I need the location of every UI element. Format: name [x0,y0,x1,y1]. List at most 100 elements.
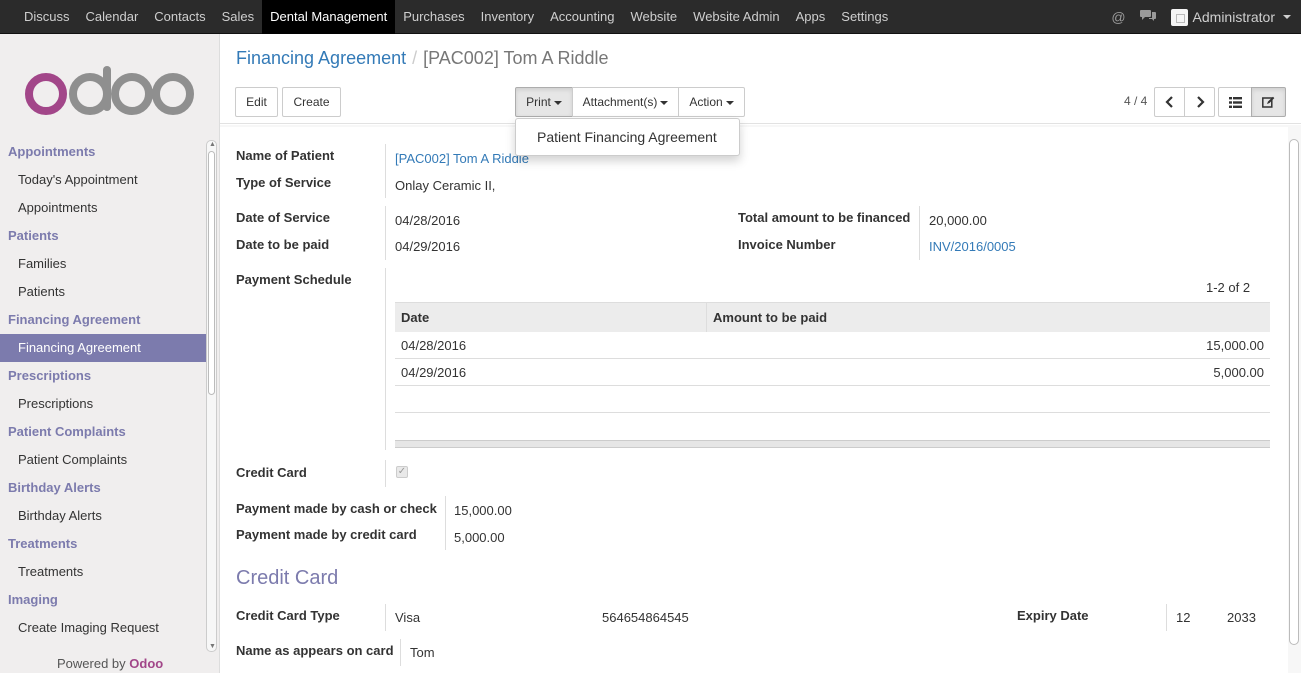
sidebar-section-imaging: Imaging [8,592,58,607]
menu-accounting[interactable]: Accounting [542,0,622,34]
invoice-number-label: Invoice Number [738,237,836,252]
form-view: Name of Patient [PAC002] Tom A Riddle Ty… [220,125,1301,673]
sidebar-section-prescriptions: Prescriptions [8,368,92,383]
pager-next-button[interactable] [1184,87,1215,117]
table-header: Date Amount to be paid [395,302,1270,332]
field-divider [445,496,446,550]
scroll-down-icon[interactable]: ▼ [209,643,216,651]
type-of-service-label: Type of Service [236,175,332,190]
sidebar-menu: Appointments Today's Appointment Appoint… [0,138,206,642]
column-header-amount[interactable]: Amount to be paid [707,303,1270,332]
menu-calendar[interactable]: Calendar [78,0,147,34]
sidebar-item-birthday-alerts[interactable]: Birthday Alerts [0,502,206,530]
list-view-button[interactable] [1218,87,1252,117]
user-menu[interactable]: Administrator [1170,8,1291,26]
credit-card-section-title: Credit Card [236,567,339,589]
breadcrumb-separator: / [412,48,418,68]
credit-card-type-field[interactable]: Visa [395,610,420,625]
name-on-card-field[interactable]: Tom [410,645,435,660]
credit-card-checkbox[interactable]: ✓ [396,466,408,478]
menu-purchases[interactable]: Purchases [395,0,472,34]
expiry-month-field[interactable]: 12 [1176,610,1190,625]
cell-amount: 5,000.00 [1213,365,1264,380]
invoice-number-field[interactable]: INV/2016/0005 [929,239,1016,254]
at-mention-icon[interactable]: @ [1111,0,1125,34]
action-dropdown-button[interactable]: Action [678,87,745,117]
payment-schedule-label: Payment Schedule [236,272,352,287]
payment-schedule-table: Date Amount to be paid 04/28/2016 15,000… [395,302,1270,448]
sidebar-scroll-thumb[interactable] [208,151,215,395]
breadcrumb-parent[interactable]: Financing Agreement [236,48,406,68]
odoo-logo[interactable] [24,64,194,116]
table-footer [395,440,1270,448]
credit-paid-field[interactable]: 5,000.00 [454,530,505,545]
cash-check-field[interactable]: 15,000.00 [454,503,512,518]
print-caret-icon [553,100,562,105]
sidebar-item-patients[interactable]: Patients [0,278,206,306]
cell-date: 04/29/2016 [401,365,467,380]
pager-previous-button[interactable] [1154,87,1185,117]
schedule-pager[interactable]: 1-2 of 2 [1206,280,1250,295]
form-scrollbar[interactable] [1288,125,1301,673]
name-of-patient-field[interactable]: [PAC002] Tom A Riddle [395,151,529,166]
date-to-be-paid-label: Date to be paid [236,237,330,252]
field-divider [385,206,386,260]
column-header-date[interactable]: Date [395,303,707,332]
cell-amount: 15,000.00 [1206,338,1264,353]
menu-contacts[interactable]: Contacts [146,0,213,34]
sidebar-item-financing-agreement[interactable]: Financing Agreement [0,334,206,362]
sidebar-item-patient-complaints[interactable]: Patient Complaints [0,446,206,474]
credit-card-type-label: Credit Card Type [236,608,340,623]
sidebar-section-appointments: Appointments [8,144,96,159]
sidebar-item-appointments[interactable]: Appointments [0,194,206,222]
chevron-left-icon [1164,96,1173,108]
sidebar-item-treatments[interactable]: Treatments [0,558,206,586]
menu-dental-management[interactable]: Dental Management [262,0,396,34]
menu-website[interactable]: Website [622,0,685,34]
expiry-year-field[interactable]: 2033 [1227,610,1256,625]
sidebar-item-prescriptions[interactable]: Prescriptions [0,390,206,418]
credit-card-number-field[interactable]: 564654864545 [602,610,689,625]
menu-sales[interactable]: Sales [214,0,263,34]
table-row[interactable]: 04/29/2016 5,000.00 [395,359,1270,386]
form-view-button[interactable] [1251,87,1286,117]
expiry-date-label: Expiry Date [1017,608,1089,623]
cell-date: 04/28/2016 [401,338,467,353]
total-financed-label: Total amount to be financed [738,210,911,225]
menu-apps[interactable]: Apps [788,0,834,34]
table-row[interactable]: 04/28/2016 15,000.00 [395,332,1270,359]
breadcrumb: Financing Agreement / [PAC002] Tom A Riddl… [236,48,609,69]
attachments-label: Attachment(s) [582,95,658,109]
total-financed-field[interactable]: 20,000.00 [929,213,987,228]
pager-value[interactable]: 4 / 4 [1124,94,1147,108]
form-scroll-thumb[interactable] [1289,139,1299,645]
attachments-dropdown-button[interactable]: Attachment(s) [572,87,679,117]
create-button[interactable]: Create [282,87,341,117]
field-divider [385,604,386,631]
field-divider [1166,604,1167,631]
user-name: Administrator [1192,9,1275,25]
scroll-up-icon[interactable]: ▲ [209,141,216,149]
date-to-be-paid-field[interactable]: 04/29/2016 [395,239,460,254]
sidebar-item-families[interactable]: Families [0,250,206,278]
menu-website-admin[interactable]: Website Admin [685,0,787,34]
sidebar-section-patient-complaints: Patient Complaints [8,424,126,439]
sidebar-section-treatments: Treatments [8,536,78,551]
print-menu-item-patient-financing-agreement[interactable]: Patient Financing Agreement [516,119,739,155]
type-of-service-field[interactable]: Onlay Ceramic II, [395,178,495,193]
menu-inventory[interactable]: Inventory [473,0,542,34]
chat-bubbles-icon[interactable] [1139,0,1157,34]
sidebar-item-todays-appointment[interactable]: Today's Appointment [0,166,206,194]
date-of-service-field[interactable]: 04/28/2016 [395,213,460,228]
powered-by-brand[interactable]: Odoo [129,656,163,671]
user-caret-icon [1283,15,1291,19]
form-sheet: Name of Patient [PAC002] Tom A Riddle Ty… [220,127,1288,673]
sidebar-scrollbar[interactable]: ▲ ▼ [206,140,217,652]
menu-discuss[interactable]: Discuss [16,0,78,34]
print-label: Print [526,95,551,109]
sidebar-item-create-imaging-request[interactable]: Create Imaging Request [0,614,206,642]
edit-button[interactable]: Edit [235,87,278,117]
print-dropdown-button[interactable]: Print [515,87,573,117]
field-divider [385,460,386,487]
menu-settings[interactable]: Settings [833,0,896,34]
